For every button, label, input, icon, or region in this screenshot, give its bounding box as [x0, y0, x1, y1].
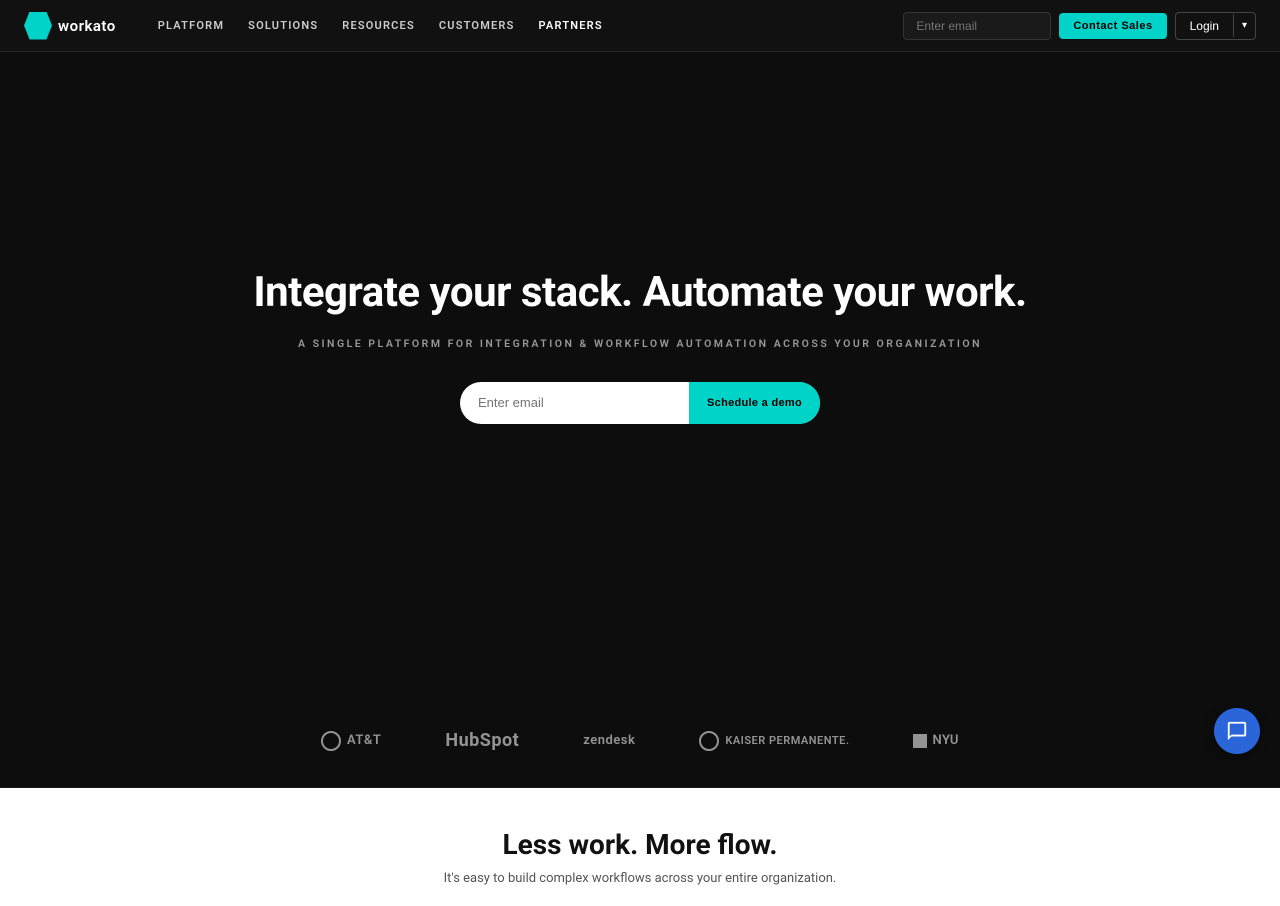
hero-section: Integrate your stack. Automate your work…: [0, 0, 1280, 700]
hubspot-label: HubSpot: [445, 730, 519, 751]
login-chevron-button[interactable]: ▾: [1233, 14, 1255, 37]
kaiser-label: KAISER PERMANENTE.: [725, 734, 849, 747]
workato-logo-icon: [24, 12, 52, 40]
nav-links: PLATFORM SOLUTIONS RESOURCES CUSTOMERS P…: [148, 13, 904, 38]
logo[interactable]: workato: [24, 12, 116, 40]
schedule-demo-button[interactable]: Schedule a demo: [689, 382, 820, 424]
att-label: AT&T: [347, 733, 381, 748]
contact-sales-button[interactable]: Contact Sales: [1059, 13, 1166, 39]
nav-email-input[interactable]: [903, 12, 1051, 40]
kaiser-logo: KAISER PERMANENTE.: [699, 731, 849, 751]
bottom-title: Less work. More flow.: [20, 828, 1260, 861]
logo-text: workato: [58, 17, 116, 35]
hero-form: Schedule a demo: [460, 382, 820, 424]
hubspot-logo: HubSpot: [445, 730, 519, 751]
logos-strip: AT&T HubSpot zendesk KAISER PERMANENTE. …: [0, 700, 1280, 788]
chat-icon: [1226, 720, 1248, 742]
att-logo: AT&T: [321, 731, 381, 751]
kaiser-icon: [699, 731, 719, 751]
navbar: workato PLATFORM SOLUTIONS RESOURCES CUS…: [0, 0, 1280, 52]
hero-subtitle: A SINGLE PLATFORM FOR INTEGRATION & WORK…: [298, 337, 982, 350]
nyu-label: NYU: [932, 733, 958, 748]
nav-customers[interactable]: CUSTOMERS: [429, 13, 525, 38]
chat-support-button[interactable]: [1214, 708, 1260, 754]
zendesk-logo: zendesk: [583, 733, 635, 748]
login-group: Login ▾: [1175, 12, 1256, 40]
att-globe-icon: [321, 731, 341, 751]
hero-title: Integrate your stack. Automate your work…: [253, 268, 1026, 318]
nav-resources[interactable]: RESOURCES: [332, 13, 425, 38]
nyu-icon: [913, 734, 927, 748]
bottom-section: Less work. More flow. It's easy to build…: [0, 788, 1280, 906]
nav-platform[interactable]: PLATFORM: [148, 13, 234, 38]
nav-solutions[interactable]: SOLUTIONS: [238, 13, 328, 38]
bottom-subtitle: It's easy to build complex workflows acr…: [20, 871, 1260, 886]
nav-partners[interactable]: PARTNERS: [529, 13, 613, 38]
nav-actions: Contact Sales Login ▾: [903, 12, 1256, 40]
nyu-logo: NYU: [913, 733, 958, 748]
login-button[interactable]: Login: [1176, 13, 1233, 39]
hero-email-input[interactable]: [460, 395, 689, 410]
zendesk-label: zendesk: [583, 733, 635, 748]
